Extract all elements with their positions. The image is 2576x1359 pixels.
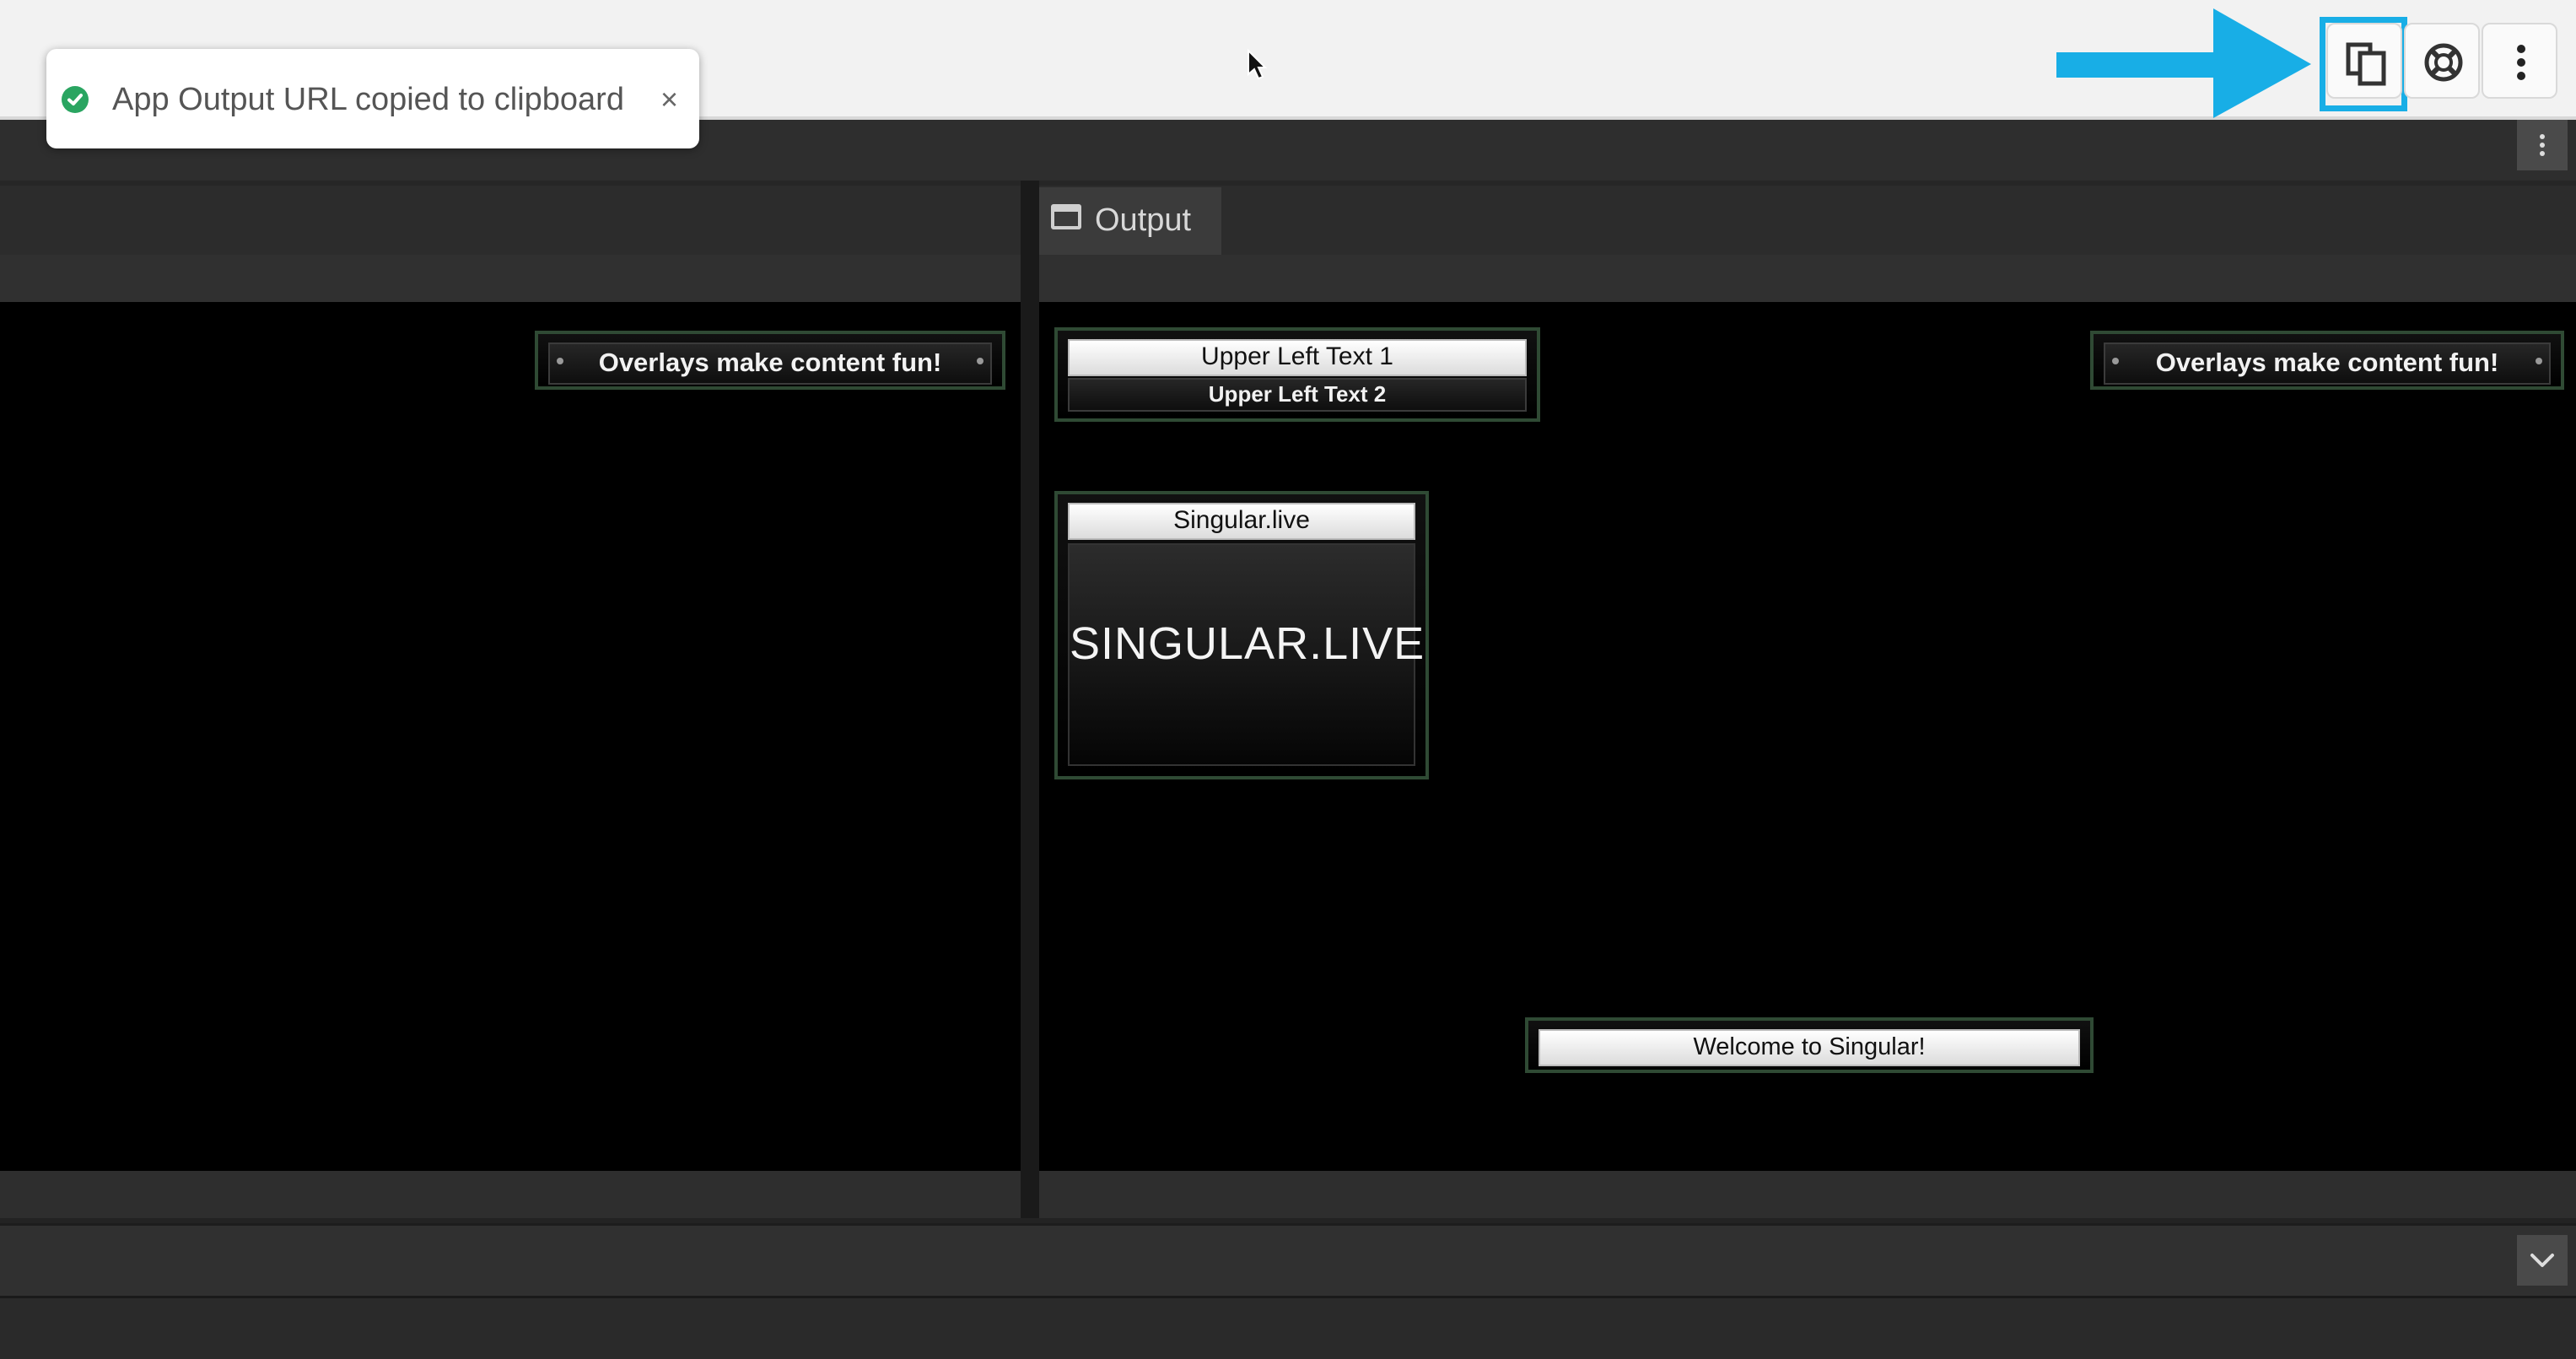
preview-canvas: Overlays make content fun! <box>0 302 1021 1171</box>
output-panel-subbar <box>1039 255 2576 302</box>
logo-title: Singular.live <box>1068 503 1415 540</box>
overlay-lower-third: Welcome to Singular! <box>1525 1017 2094 1073</box>
check-circle-icon <box>62 86 89 113</box>
overlay-top-right: Overlays make content fun! <box>535 331 1005 390</box>
output-canvas: Upper Left Text 1 Upper Left Text 2 Sing… <box>1039 302 2576 1171</box>
help-button[interactable] <box>2404 23 2480 99</box>
window-icon <box>1051 204 1081 229</box>
output-panel-footer <box>1039 1171 2576 1218</box>
bottom-panel-header <box>0 1223 2576 1296</box>
more-options-button[interactable] <box>2482 23 2557 99</box>
singular-logo: SINGULAR.LIVE <box>1068 543 1425 766</box>
panel-resize-divider[interactable] <box>1021 181 1039 1218</box>
toast-close-button[interactable]: × <box>660 79 678 120</box>
toast-message: App Output URL copied to clipboard <box>112 82 624 117</box>
overlay-top-right: Overlays make content fun! <box>2090 331 2564 390</box>
overlay-upper-left: Upper Left Text 1 Upper Left Text 2 <box>1054 327 1540 422</box>
left-panel-footer <box>0 1171 1021 1218</box>
upper-left-text-1: Upper Left Text 1 <box>1068 339 1527 376</box>
left-panel-tabbar <box>0 186 1021 255</box>
clipboard-toast: App Output URL copied to clipboard × <box>46 49 699 148</box>
arrow-pointer-icon <box>2056 8 2311 118</box>
lower-third-text: Welcome to Singular! <box>1539 1029 2080 1066</box>
tab-output-label: Output <box>1095 202 1192 238</box>
left-panel-subbar <box>0 255 1021 302</box>
output-panel-tabbar <box>1039 186 2576 255</box>
overlay-top-right-text: Overlays make content fun! <box>2104 342 2551 385</box>
upper-left-text-2: Upper Left Text 2 <box>1068 378 1527 412</box>
copy-output-url-button[interactable] <box>2326 23 2402 99</box>
toolbar-menu-button[interactable] <box>2517 120 2568 170</box>
tab-output[interactable]: Output <box>1039 187 1221 255</box>
logo-text: SINGULAR.LIVE <box>1070 618 1425 669</box>
collapse-panel-button[interactable] <box>2517 1235 2568 1286</box>
kebab-icon <box>2540 134 2545 139</box>
mouse-cursor-icon <box>1247 48 1268 81</box>
bottom-panel <box>0 1296 2576 1359</box>
overlay-top-right-text: Overlays make content fun! <box>548 342 992 385</box>
overlay-logo: Singular.live SINGULAR.LIVE <box>1054 491 1429 779</box>
